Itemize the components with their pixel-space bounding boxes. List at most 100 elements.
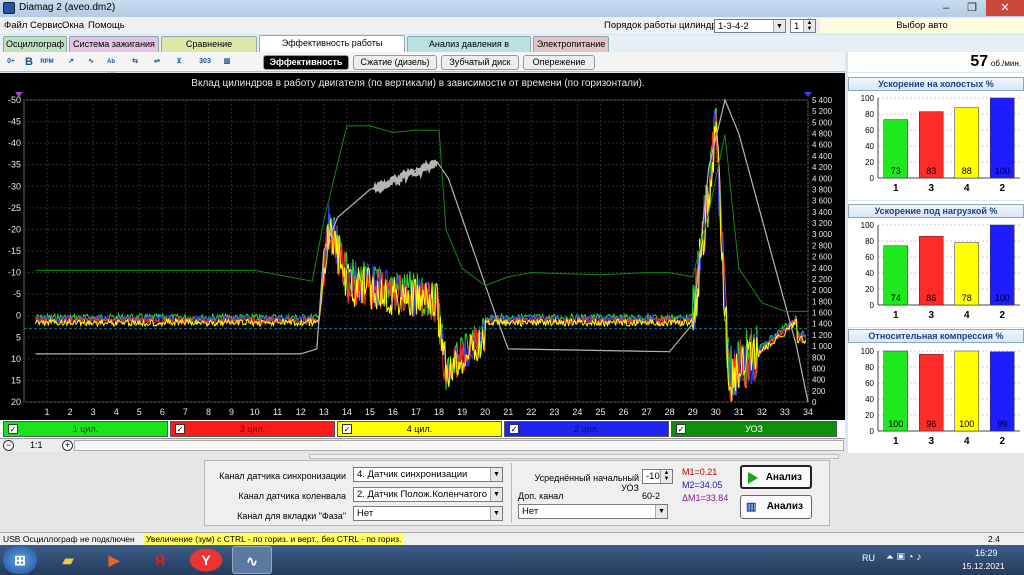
y-left-tick-label: -30 xyxy=(8,181,21,191)
uoz-value: -10 xyxy=(646,471,660,482)
bar-chart-icon[interactable]: ▥ xyxy=(220,55,234,69)
panel-bar-value: 96 xyxy=(926,419,936,429)
legend-uoz[interactable]: ✓ УОЗ xyxy=(671,421,837,437)
legend-cyl-4[interactable]: ✓ 4 цил. xyxy=(337,421,502,437)
cursor-icon[interactable]: ↗ xyxy=(64,55,78,69)
legend-cyl-1[interactable]: ✓ 1 цил. xyxy=(3,421,168,437)
y-left-tick-label: -40 xyxy=(8,138,21,148)
phase-channel-select[interactable]: Нет ▼ xyxy=(353,506,503,521)
tray-icons[interactable]: ⏶ ▣ ◔ ♪ xyxy=(886,552,921,563)
x-tick-label: 30 xyxy=(711,407,721,417)
divide-icon[interactable]: Ab1/2 xyxy=(104,55,118,79)
yandex-icon[interactable]: Я xyxy=(140,546,180,574)
y-right-tick-label: 2 600 xyxy=(812,253,833,262)
zoom-icon[interactable]: 0÷ xyxy=(4,55,18,69)
menu-service[interactable]: Сервис xyxy=(30,20,63,31)
phase-channel-label: Канал для вкладки "Фаза" xyxy=(237,511,346,521)
tab-ignition[interactable]: Система зажигания xyxy=(69,36,159,52)
y-right-tick-label: 2 400 xyxy=(812,264,833,273)
extra-channel-select[interactable]: Нет ▼ xyxy=(518,504,668,519)
status-version: 2.4 xyxy=(988,534,1000,544)
panel-bar-label: 4 xyxy=(964,310,970,321)
efficiency-chart[interactable]: Вклад цилиндров в работу двигателя (по в… xyxy=(0,73,845,420)
sync-chart-icon[interactable]: ⇌ xyxy=(150,55,164,69)
analyze-button[interactable]: Анализ xyxy=(740,465,812,489)
splitter-handle[interactable] xyxy=(309,454,839,459)
panel-load-accel-title: Ускорение под нагрузкой % xyxy=(848,204,1024,218)
checkbox-checked-icon[interactable]: ✓ xyxy=(8,424,18,434)
legend-label: 1 цил. xyxy=(72,424,99,434)
y-right-tick-label: 2 200 xyxy=(812,275,833,284)
uoz-stepper[interactable]: -10 ▲ ▼ xyxy=(642,469,673,484)
x-tick-label: 34 xyxy=(803,407,813,417)
y-left-tick-label: 10 xyxy=(11,354,21,364)
x-tick-label: 31 xyxy=(734,407,744,417)
checkbox-checked-icon[interactable]: ✓ xyxy=(342,424,352,434)
subtab-gear-disk[interactable]: Зубчатый диск xyxy=(441,55,519,70)
status-hint: Увеличение (зум) с CTRL - по гориз. и ве… xyxy=(144,533,404,545)
filter-icon[interactable]: ⊻ xyxy=(172,55,186,69)
panel-tick-label: 80 xyxy=(865,237,874,246)
tab-oscillograph[interactable]: Осциллограф xyxy=(3,36,67,52)
wave-icon[interactable]: ∿ xyxy=(84,55,98,69)
y-right-tick-label: 1 600 xyxy=(812,309,833,318)
cylinder-order-value: 1-3-4-2 xyxy=(718,21,749,32)
crank-channel-value: 2. Датчик Полож.Коленчатого Вал xyxy=(357,489,503,500)
crank-channel-select[interactable]: 2. Датчик Полож.Коленчатого Вал ▼ xyxy=(353,487,503,502)
x-tick-label: 17 xyxy=(411,407,421,417)
zoom-in-button[interactable]: + xyxy=(62,440,73,451)
maximize-button[interactable]: ❐ xyxy=(960,0,984,16)
panel-bar-label: 1 xyxy=(893,183,899,194)
bar-303-icon[interactable]: 303 xyxy=(198,55,212,69)
spin-arrows-icon: ▲ ▼ xyxy=(803,20,815,32)
tab-cylinder-efficiency[interactable]: Эффективность работы цилиндров xyxy=(259,35,405,63)
app-window: Diamag 2 (aveo.dm2) – ❐ ✕ Файл Сервис Ок… xyxy=(0,0,1024,575)
panel-bar-label: 2 xyxy=(999,436,1005,447)
y-left-tick-label: -20 xyxy=(8,224,21,234)
yandex-browser-icon[interactable]: Y xyxy=(186,546,226,574)
media-player-icon[interactable]: ▶ xyxy=(94,546,134,574)
horizontal-scrollbar[interactable] xyxy=(74,440,844,451)
rpm-icon[interactable]: RPM xyxy=(40,55,54,69)
y-right-tick-label: 3 000 xyxy=(812,230,833,239)
subtab-advance[interactable]: Опережение xyxy=(523,55,595,70)
subtab-compression[interactable]: Сжатие (дизель) xyxy=(353,55,437,70)
diamag-taskbar-icon[interactable]: ∿ xyxy=(232,546,272,574)
sync-icon[interactable]: ⇆ xyxy=(128,55,142,69)
sync-channel-select[interactable]: 4. Датчик синхронизации ▼ xyxy=(353,467,503,482)
language-indicator[interactable]: RU xyxy=(862,553,875,563)
checkbox-checked-icon[interactable]: ✓ xyxy=(175,424,185,434)
menu-windows[interactable]: Окна xyxy=(62,20,84,31)
tab-cylinder-compare[interactable]: Сравнение цилиндров xyxy=(161,36,257,64)
y-left-tick-label: -15 xyxy=(8,246,21,256)
subtab-efficiency[interactable]: Эффективность xyxy=(263,55,349,70)
zoom-out-button[interactable]: − xyxy=(3,440,14,451)
spin-arrows-icon: ▲ ▼ xyxy=(660,470,672,483)
cylinder-order-select[interactable]: 1-3-4-2 ▼ xyxy=(714,19,786,33)
minimize-button[interactable]: – xyxy=(934,0,958,16)
checkbox-checked-icon[interactable]: ✓ xyxy=(676,424,686,434)
menu-help[interactable]: Помощь xyxy=(88,20,125,31)
legend-cyl-3[interactable]: ✓ 3 цил. xyxy=(170,421,335,437)
folder-icon[interactable]: ▰ xyxy=(48,546,88,574)
legend-cyl-2[interactable]: ✓ 2 цил. xyxy=(504,421,669,437)
menu-file[interactable]: Файл xyxy=(4,20,27,31)
marker-delta: ΔM1=33.84 xyxy=(682,493,729,503)
bold-b-icon[interactable]: B xyxy=(22,55,36,69)
close-button[interactable]: ✕ xyxy=(986,0,1024,16)
y-left-tick-label: -10 xyxy=(8,268,21,278)
tab-pressure-analysis[interactable]: Анализ давления в цилиндре xyxy=(407,36,531,64)
panel-tick-label: 20 xyxy=(865,411,874,420)
cylinder-number-stepper[interactable]: 1 ▲ ▼ xyxy=(790,19,816,33)
panel-bar-value: 78 xyxy=(962,293,972,303)
select-auto-button[interactable]: Выбор авто xyxy=(820,19,1024,33)
panel-tick-label: 0 xyxy=(870,174,875,183)
start-icon[interactable]: ⊞ xyxy=(3,546,37,574)
x-tick-label: 1 xyxy=(45,407,50,417)
status-device: USB Осциллограф не подключен xyxy=(3,534,135,544)
checkbox-checked-icon[interactable]: ✓ xyxy=(509,424,519,434)
tab-power-supply[interactable]: Электропитание xyxy=(533,36,609,52)
analyze-compression-button[interactable]: ▥ Анализ xyxy=(740,495,812,519)
chevron-down-icon: ▼ xyxy=(490,468,502,481)
window-title: Diamag 2 (aveo.dm2) xyxy=(19,2,116,13)
